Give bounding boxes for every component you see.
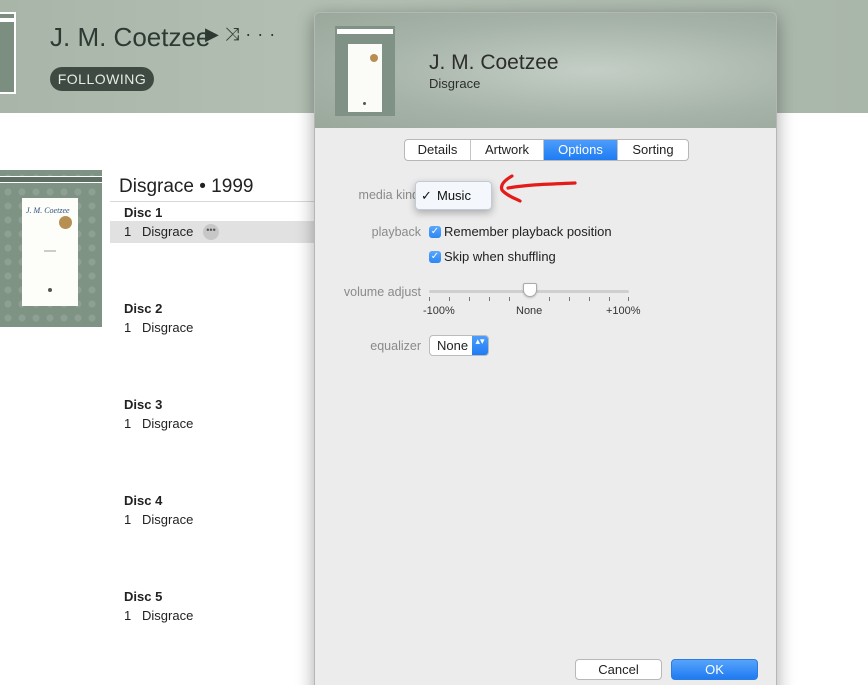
get-info-dialog: J. M. Coetzee Disgrace Details Artwork O…: [314, 12, 777, 685]
slider-tick: [469, 297, 470, 301]
volume-slider-knob[interactable]: [523, 283, 537, 297]
slider-tick: [449, 297, 450, 301]
slider-tick: [429, 297, 430, 301]
cover-seal: [59, 216, 72, 229]
dialog-cover-mark: [363, 102, 366, 105]
tab-options[interactable]: Options: [544, 140, 618, 160]
artist-name: J. M. Coetzee: [50, 22, 211, 52]
disc-3-label: Disc 3: [124, 397, 163, 412]
track-row[interactable]: 1 Disgrace: [110, 605, 320, 627]
red-arrow-annotation: [499, 174, 577, 203]
track-number: 1: [124, 608, 132, 623]
slider-tick: [509, 297, 510, 301]
disc-4-label: Disc 4: [124, 493, 163, 508]
play-icon[interactable]: ▶: [205, 24, 225, 44]
equalizer-value: None: [437, 338, 469, 353]
slider-tick: [549, 297, 550, 301]
checkmark-icon: ✓: [421, 188, 432, 203]
dialog-album-name: Disgrace: [429, 76, 481, 91]
slider-tick: [489, 297, 490, 301]
remember-position-label: Remember playback position: [444, 224, 612, 239]
track-name: Disgrace: [142, 224, 194, 239]
select-arrows-icon: ▴▾: [472, 336, 488, 355]
dialog-artist-name: J. M. Coetzee: [429, 51, 559, 74]
cover-band: [0, 176, 102, 183]
track-row[interactable]: 1 Disgrace •••: [110, 221, 320, 243]
track-row[interactable]: 1 Disgrace: [110, 413, 320, 435]
dialog-album-artwork: [335, 26, 395, 116]
ok-button[interactable]: OK: [671, 659, 758, 680]
disc-2-label: Disc 2: [124, 301, 163, 316]
media-kind-label: media kind: [358, 188, 419, 202]
remember-position-checkbox[interactable]: ✓: [429, 226, 441, 238]
book-cover: J. M. Coetzee: [22, 198, 78, 306]
volume-max-label: +100%: [606, 305, 641, 317]
dialog-cover-seal: [370, 54, 378, 62]
cancel-button[interactable]: Cancel: [575, 659, 662, 680]
equalizer-select[interactable]: None ▴▾: [429, 335, 489, 356]
volume-adjust-label: volume adjust: [343, 285, 421, 299]
tab-sorting[interactable]: Sorting: [618, 140, 688, 160]
track-more-icon[interactable]: •••: [203, 224, 219, 240]
slider-tick: [589, 297, 590, 301]
skip-shuffling-checkbox[interactable]: ✓: [429, 251, 441, 263]
following-button[interactable]: FOLLOWING: [50, 67, 154, 91]
media-kind-menu[interactable]: ✓ Music: [415, 181, 492, 210]
track-row[interactable]: 1 Disgrace: [110, 317, 320, 339]
equalizer-label: equalizer: [370, 339, 421, 353]
dialog-tabs: Details Artwork Options Sorting: [404, 139, 689, 161]
artist-actions: ▶⤨···: [205, 24, 281, 45]
more-options-icon[interactable]: ···: [245, 24, 281, 44]
skip-shuffling-label: Skip when shuffling: [444, 249, 556, 264]
cover-author-text: J. M. Coetzee: [26, 206, 70, 215]
track-row[interactable]: 1 Disgrace: [110, 509, 320, 531]
cover-title-mark: [44, 250, 56, 252]
volume-min-label: -100%: [423, 305, 455, 317]
slider-tick: [569, 297, 570, 301]
album-title: Disgrace • 1999: [119, 176, 254, 197]
disc-5-label: Disc 5: [124, 589, 163, 604]
disc-1-label: Disc 1: [124, 205, 163, 220]
media-kind-option-music[interactable]: Music: [437, 182, 471, 209]
tab-artwork[interactable]: Artwork: [471, 140, 544, 160]
volume-mid-label: None: [516, 305, 543, 317]
track-number: 1: [124, 224, 132, 239]
slider-tick: [628, 297, 629, 301]
dialog-header: J. M. Coetzee Disgrace: [315, 13, 776, 128]
dialog-book-cover: [348, 44, 382, 112]
playback-label: playback: [371, 225, 421, 239]
slider-tick: [609, 297, 610, 301]
artist-header-artwork[interactable]: [0, 12, 16, 94]
track-number: 1: [124, 320, 132, 335]
track-name: Disgrace: [142, 416, 194, 431]
album-artwork[interactable]: J. M. Coetzee: [0, 170, 102, 327]
shuffle-icon[interactable]: ⤨: [225, 24, 245, 44]
tab-details[interactable]: Details: [405, 140, 471, 160]
cover-publisher-mark: [48, 288, 52, 292]
album-divider: [110, 201, 320, 202]
track-number: 1: [124, 416, 132, 431]
dialog-cover-band: [337, 29, 393, 34]
track-number: 1: [124, 512, 132, 527]
track-name: Disgrace: [142, 608, 194, 623]
track-name: Disgrace: [142, 320, 194, 335]
track-name: Disgrace: [142, 512, 194, 527]
